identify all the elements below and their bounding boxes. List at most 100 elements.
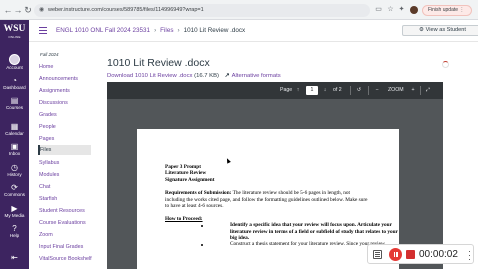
zoom-label: ZOOM: [388, 87, 404, 93]
next-page-icon[interactable]: ↓: [321, 86, 329, 95]
page-number-input[interactable]: 1: [306, 86, 318, 95]
bullet-icon: [201, 244, 203, 246]
recording-widget: 00:00:02 · · ·: [367, 244, 474, 264]
commons-icon: ⟳: [11, 183, 18, 192]
course-nav-modules[interactable]: Modules: [38, 170, 91, 180]
nav-calendar[interactable]: ▦ Calendar: [0, 121, 29, 141]
more-options-icon[interactable]: · · ·: [468, 247, 471, 264]
address-bar[interactable]: ◉ weber.instructure.com/courses/589785/f…: [34, 4, 370, 17]
bookmark-star-icon[interactable]: ☆: [386, 5, 395, 15]
fullscreen-icon[interactable]: ⤢: [424, 86, 432, 95]
course-nav-home[interactable]: Home: [38, 62, 91, 72]
term-label: Fall 2024: [40, 52, 59, 57]
forward-icon[interactable]: →: [13, 4, 23, 16]
nav-account[interactable]: Account: [0, 54, 29, 74]
nav-inbox[interactable]: ▣ Inbox: [0, 141, 29, 161]
download-line: Download 1010 Lit Review .docx (16.7 KB)…: [107, 73, 281, 79]
view-as-student-button[interactable]: ⚙ View as Student: [402, 25, 478, 36]
logo-text: WSU: [3, 24, 26, 34]
breadcrumb: ENGL 1010 ONL Fall 2024 23531 › Files › 1010…: [56, 27, 245, 34]
back-icon[interactable]: ←: [3, 4, 13, 16]
nav-dashboard-label: Dashboard: [3, 85, 26, 90]
nav-dashboard[interactable]: ◔ Dashboard: [0, 75, 29, 95]
course-nav-course-evaluations[interactable]: Course Evaluations: [38, 218, 91, 228]
doc-bullet-2-line-1: Construct a thesis statement for your li…: [230, 241, 385, 247]
nav-help-label: Help: [9, 233, 20, 238]
nav-help[interactable]: ? Help: [0, 223, 29, 243]
course-nav-syllabus[interactable]: Syllabus: [38, 158, 91, 168]
doc-heading-2: Literature Review: [165, 170, 206, 177]
course-nav-chat[interactable]: Chat: [38, 182, 91, 192]
doc-how-to-proceed: How to Proceed:: [165, 216, 203, 223]
history-icon: ◷: [11, 163, 18, 172]
logo-subtext: ONLINE: [8, 35, 21, 39]
course-nav-pages[interactable]: Pages: [38, 134, 91, 144]
alternative-formats-icon: ↗: [224, 73, 230, 79]
nav-account-label: Account: [6, 65, 23, 70]
account-icon: [9, 54, 20, 65]
zoom-in-icon[interactable]: +: [409, 86, 417, 95]
recorder-menu-icon[interactable]: [373, 250, 382, 259]
course-nav-zoom[interactable]: Zoom: [38, 230, 91, 240]
course-nav-grades[interactable]: Grades: [38, 110, 91, 120]
breadcrumb-bar: ENGL 1010 ONL Fall 2024 23531 › Files › 1010…: [29, 20, 478, 42]
toolbar-divider: [350, 86, 351, 95]
pause-recording-icon[interactable]: [389, 248, 402, 261]
doc-requirements-line-3: to have at least 4-6 sources.: [165, 203, 224, 209]
nav-commons[interactable]: ⟳ Commons: [0, 182, 29, 202]
cast-icon[interactable]: ▭: [374, 5, 383, 15]
course-nav-files[interactable]: Files: [38, 145, 91, 155]
reload-icon[interactable]: ↻: [23, 4, 33, 16]
site-info-icon[interactable]: ◉: [39, 4, 44, 17]
doc-how-to-proceed-text: How to Proceed:: [165, 216, 203, 222]
page-total: of 2: [333, 87, 342, 93]
course-nav-starfish[interactable]: Starfish: [38, 194, 91, 204]
download-link[interactable]: Download 1010 Lit Review .docx: [107, 73, 192, 79]
doc-bullet-1-line-1: Identify a specific idea that your revie…: [230, 222, 392, 229]
course-nav-people[interactable]: People: [38, 122, 91, 132]
document-page: Paper 3 Prompt Literature Review Signatu…: [137, 129, 399, 269]
doc-heading-2-text: Literature Review: [165, 170, 207, 176]
document-viewer: Page ↑ 1 ↓ of 2 ↺ − ZOOM + ⤢ Paper 3 Pro…: [107, 82, 443, 269]
course-nav-announcements[interactable]: Announcements: [38, 74, 91, 84]
collapse-arrow-icon: ⇤: [11, 253, 18, 262]
my-media-icon: ▶: [11, 204, 18, 213]
nav-history-label: History: [7, 172, 22, 177]
breadcrumb-course[interactable]: ENGL 1010 ONL Fall 2024 23531: [56, 27, 150, 34]
extensions-icon[interactable]: ✦: [397, 5, 406, 15]
course-nav-input-final-grades[interactable]: Input Final Grades: [38, 242, 91, 252]
finish-update-label: Finish update: [428, 7, 459, 13]
help-icon: ?: [12, 224, 17, 233]
zoom-out-icon[interactable]: −: [373, 86, 381, 95]
doc-bullet-1-text-2: literature review in terms of a field or…: [230, 229, 398, 235]
alternative-formats-link[interactable]: Alternative formats: [232, 73, 281, 79]
global-nav: WSU ONLINE Account ◔ Dashboard ▤ Courses…: [0, 20, 29, 269]
dashboard-icon: ◔: [12, 76, 17, 85]
course-nav-student-resources[interactable]: Student Resources: [38, 206, 91, 216]
nav-history[interactable]: ◷ History: [0, 162, 29, 182]
recording-timer: 00:00:02: [419, 249, 458, 260]
nav-my-media[interactable]: ▶ My Media: [0, 203, 29, 223]
course-nav-discussions[interactable]: Discussions: [38, 98, 91, 108]
rotate-icon[interactable]: ↺: [355, 86, 363, 95]
calendar-icon: ▦: [10, 122, 19, 131]
hamburger-menu-icon[interactable]: [39, 27, 47, 34]
nav-courses[interactable]: ▤ Courses: [0, 95, 29, 115]
doc-requirements-label: Requirements of Submission:: [165, 190, 232, 196]
file-title: 1010 Lit Review .docx: [107, 57, 210, 69]
stop-recording-icon[interactable]: [406, 250, 415, 259]
collapse-nav[interactable]: ⇤: [0, 252, 29, 264]
breadcrumb-files[interactable]: Files: [160, 27, 173, 34]
course-nav-assignments[interactable]: Assignments: [38, 86, 91, 96]
doc-requirements-text-1: The literature review should be 5-6 page…: [231, 190, 351, 196]
nav-calendar-label: Calendar: [5, 131, 24, 136]
wsu-logo[interactable]: WSU ONLINE: [2, 24, 27, 44]
prev-page-icon[interactable]: ↑: [294, 86, 302, 95]
bullet-icon: [201, 225, 203, 227]
finish-update-button[interactable]: Finish update ⋮: [422, 5, 472, 16]
profile-avatar[interactable]: [410, 6, 418, 14]
nav-courses-label: Courses: [5, 105, 24, 110]
inbox-icon: ▣: [10, 142, 19, 151]
breadcrumb-separator-icon: ›: [177, 27, 180, 34]
course-nav-vitalsource[interactable]: VitalSource Bookshelf: [38, 254, 92, 264]
